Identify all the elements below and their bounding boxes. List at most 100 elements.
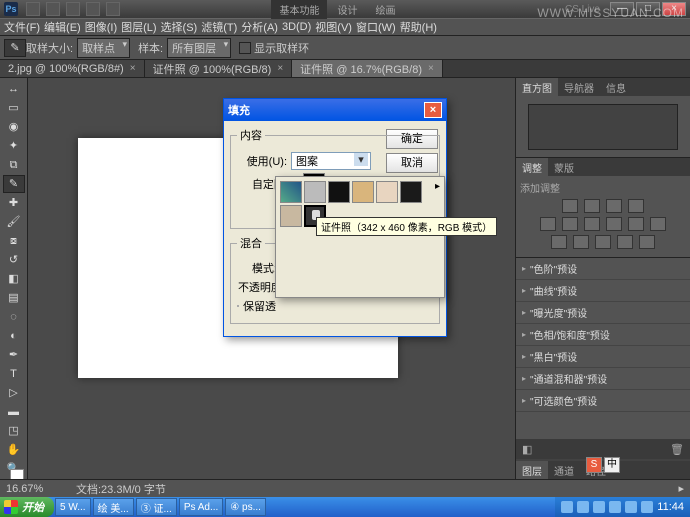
exposure-icon[interactable]	[628, 199, 644, 213]
pattern-thumb[interactable]	[280, 181, 302, 203]
gradmap-icon[interactable]	[617, 235, 633, 249]
levels-icon[interactable]	[584, 199, 600, 213]
workspace-tab-design[interactable]: 设计	[329, 0, 365, 19]
tab-info[interactable]: 信息	[600, 78, 632, 96]
menu-analysis[interactable]: 分析(A)	[241, 19, 278, 35]
tray-icon[interactable]	[641, 501, 653, 513]
invert-icon[interactable]	[551, 235, 567, 249]
pattern-thumb[interactable]	[352, 181, 374, 203]
selcolor-icon[interactable]	[639, 235, 655, 249]
preset-item[interactable]: "色相/饱和度"预设	[516, 324, 690, 346]
system-tray[interactable]: 11:44	[555, 497, 690, 517]
doc-tab-2[interactable]: 证件照 @ 100%(RGB/8)×	[145, 60, 293, 77]
menu-file[interactable]: 文件(F)	[4, 19, 40, 35]
shape-tool[interactable]: ▬	[3, 403, 25, 421]
minibridge-icon[interactable]	[46, 2, 60, 16]
eyedropper-tool[interactable]: ✎	[3, 175, 25, 193]
lasso-tool[interactable]: ◉	[3, 118, 25, 136]
tab-navigator[interactable]: 导航器	[558, 78, 600, 96]
taskbar-button[interactable]: Ps Ad...	[179, 498, 223, 516]
close-icon[interactable]: ×	[277, 63, 283, 74]
hand-tool[interactable]: ✋	[3, 441, 25, 459]
tab-channels[interactable]: 通道	[548, 461, 580, 479]
tab-layers[interactable]: 图层	[516, 461, 548, 479]
adjust-icon[interactable]: ◧	[522, 443, 532, 456]
photo-icon[interactable]	[628, 217, 644, 231]
pattern-thumb[interactable]	[328, 181, 350, 203]
preserve-checkbox[interactable]	[237, 305, 239, 307]
tray-icon[interactable]	[561, 501, 573, 513]
taskbar-button[interactable]: 5 W...	[55, 498, 91, 516]
brush-tool[interactable]: 🖌	[3, 213, 25, 231]
crop-tool[interactable]: ⧉	[3, 156, 25, 174]
tray-icon[interactable]	[625, 501, 637, 513]
taskbar-button[interactable]: 绘 美...	[93, 498, 134, 516]
preset-item[interactable]: "曝光度"预设	[516, 302, 690, 324]
trash-icon[interactable]: 🗑	[670, 443, 684, 456]
show-ring-checkbox[interactable]	[239, 42, 251, 54]
menu-view[interactable]: 视图(V)	[315, 19, 352, 35]
preset-item[interactable]: "色阶"预设	[516, 258, 690, 280]
menu-select[interactable]: 选择(S)	[161, 19, 198, 35]
stamp-tool[interactable]: ⧇	[3, 232, 25, 250]
preset-item[interactable]: "通道混和器"预设	[516, 368, 690, 390]
current-tool-icon[interactable]: ✎	[4, 39, 26, 57]
path-tool[interactable]: ▷	[3, 384, 25, 402]
menu-help[interactable]: 帮助(H)	[400, 19, 437, 35]
picker-menu-icon[interactable]: ▸	[435, 181, 440, 192]
pattern-thumb[interactable]	[376, 181, 398, 203]
close-icon[interactable]: ×	[130, 63, 136, 74]
screenmode-icon[interactable]	[106, 2, 120, 16]
pattern-thumb[interactable]	[304, 181, 326, 203]
doc-tab-3[interactable]: 证件照 @ 16.7%(RGB/8)×	[292, 60, 443, 77]
dialog-titlebar[interactable]: 填充 ×	[224, 99, 446, 121]
zoom-level-icon[interactable]	[66, 2, 80, 16]
threshold-icon[interactable]	[595, 235, 611, 249]
dialog-close-button[interactable]: ×	[424, 102, 442, 118]
ime-button-cn[interactable]: 中	[604, 457, 620, 473]
menu-image[interactable]: 图像(I)	[85, 19, 117, 35]
tray-icon[interactable]	[609, 501, 621, 513]
menu-edit[interactable]: 编辑(E)	[44, 19, 81, 35]
workspace-tab-basic[interactable]: 基本功能	[271, 0, 327, 19]
move-tool[interactable]: ↔	[3, 80, 25, 98]
tray-icon[interactable]	[593, 501, 605, 513]
bw-icon[interactable]	[606, 217, 622, 231]
wand-tool[interactable]: ✦	[3, 137, 25, 155]
sample-layers-dropdown[interactable]: 所有图层	[167, 38, 231, 58]
bridge-icon[interactable]	[26, 2, 40, 16]
doc-tab-1[interactable]: 2.jpg @ 100%(RGB/8#)×	[0, 60, 145, 77]
workspace-tab-paint[interactable]: 绘画	[367, 0, 403, 19]
preset-item[interactable]: "曲线"预设	[516, 280, 690, 302]
mixer-icon[interactable]	[650, 217, 666, 231]
hue-icon[interactable]	[562, 217, 578, 231]
clock[interactable]: 11:44	[657, 501, 684, 513]
status-arrow-icon[interactable]: ▸	[678, 482, 684, 495]
viewextras-icon[interactable]	[86, 2, 100, 16]
dodge-tool[interactable]: ◐	[3, 327, 25, 345]
close-icon[interactable]: ×	[428, 63, 434, 74]
doc-size[interactable]: 文档:23.3M/0 字节	[76, 481, 166, 497]
menu-3d[interactable]: 3D(D)	[282, 21, 311, 33]
tab-masks[interactable]: 蒙版	[548, 158, 580, 176]
brightness-icon[interactable]	[562, 199, 578, 213]
tray-icon[interactable]	[577, 501, 589, 513]
pen-tool[interactable]: ✒	[3, 346, 25, 364]
pattern-thumb[interactable]	[280, 205, 302, 227]
tab-histogram[interactable]: 直方图	[516, 78, 558, 96]
vibrance-icon[interactable]	[540, 217, 556, 231]
preset-item[interactable]: "可选颜色"预设	[516, 390, 690, 412]
sample-size-dropdown[interactable]: 取样点	[77, 38, 130, 58]
menu-filter[interactable]: 滤镜(T)	[201, 19, 237, 35]
curves-icon[interactable]	[606, 199, 622, 213]
tab-adjustments[interactable]: 调整	[516, 158, 548, 176]
marquee-tool[interactable]: ▭	[3, 99, 25, 117]
start-button[interactable]: 开始	[0, 497, 54, 517]
poster-icon[interactable]	[573, 235, 589, 249]
menu-window[interactable]: 窗口(W)	[356, 19, 396, 35]
use-dropdown[interactable]: 图案	[291, 152, 371, 170]
zoom-level[interactable]: 16.67%	[6, 483, 66, 495]
ime-button-s[interactable]: S	[586, 457, 602, 473]
history-tool[interactable]: ↺	[3, 251, 25, 269]
taskbar-button[interactable]: ④ ps...	[225, 498, 266, 516]
